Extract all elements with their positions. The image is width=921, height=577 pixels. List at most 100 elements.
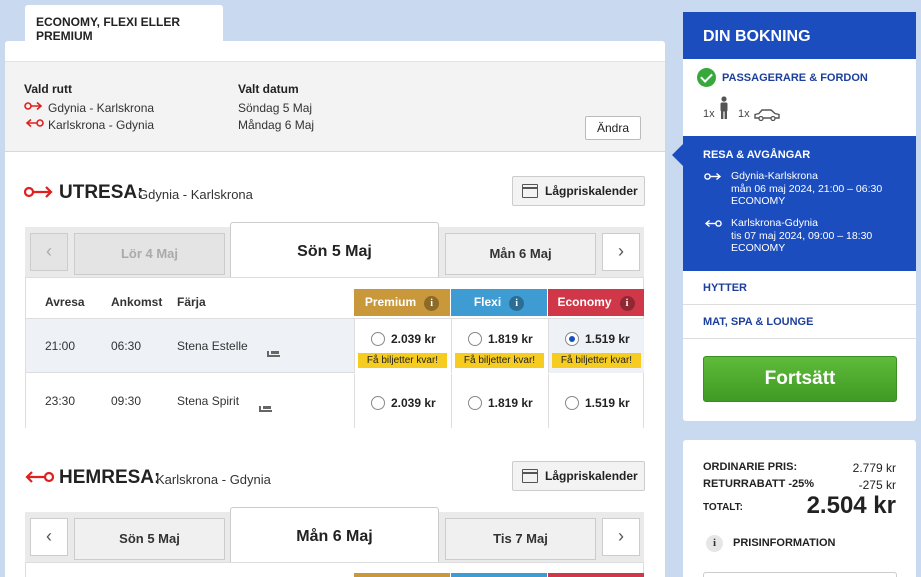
prisinformation-link[interactable]: PRISINFORMATION	[733, 537, 835, 549]
fare-header-flexi[interactable]: Flexi i	[451, 289, 547, 316]
info-icon[interactable]: i	[509, 296, 525, 311]
hemresa-active-date[interactable]: Mån 6 Maj	[230, 507, 439, 563]
fare-premium-label: Premium	[364, 295, 417, 309]
out-leg-time: mån 06 maj 2024, 21:00 – 06:30	[731, 182, 883, 195]
calendar-button-label: Lågpriskalender	[545, 469, 638, 483]
row-farja: Stena Spirit	[177, 394, 240, 408]
rabatt-value: -275 kr	[858, 478, 896, 492]
info-icon[interactable]: i	[424, 296, 440, 311]
out-route-text: Gdynia - Karlskrona	[48, 101, 155, 115]
car-count: 1x	[738, 108, 750, 120]
economy-cell[interactable]: 1.519 kr	[548, 374, 644, 428]
hemresa-arrow-icon	[25, 471, 54, 483]
premium-radio[interactable]	[371, 331, 385, 346]
utresa-route: Gdynia - Karlskrona	[138, 187, 253, 202]
fare-header-economy[interactable]: Economy i	[548, 289, 644, 316]
economy-radio[interactable]	[565, 395, 579, 410]
valt-datum-label: Valt datum	[238, 82, 299, 96]
sidebar-title: DIN BOKNING	[683, 12, 916, 59]
flexi-cell[interactable]: 1.819 kr Få biljetter kvar!	[451, 319, 548, 373]
economy-radio-selected[interactable]	[565, 331, 579, 346]
outbound-arrow-icon	[24, 101, 43, 111]
divider	[683, 304, 916, 305]
ordinarie-value: 2.779 kr	[852, 461, 896, 475]
resa-label: RESA & AVGÅNGAR	[703, 149, 811, 161]
ret-route-text: Karlskrona - Gdynia	[48, 118, 155, 132]
utresa-next-date[interactable]: Mån 6 Maj	[445, 233, 596, 275]
utresa-calendar-button[interactable]: Lågpriskalender	[512, 176, 645, 206]
table-row: 21:00 06:30 Stena Estelle 2.039 kr Få bi…	[26, 318, 644, 373]
hemresa-next-arrow[interactable]: ›	[602, 518, 640, 556]
ret-leg-route: Karlskrona-Gdynia	[731, 217, 818, 229]
info-icon[interactable]: i	[706, 535, 723, 552]
premium-cell[interactable]: 2.039 kr Få biljetter kvar!	[354, 319, 451, 373]
utresa-title: UTRESA:	[59, 182, 144, 203]
calendar-button-label: Lågpriskalender	[545, 184, 638, 198]
row-farja: Stena Estelle	[177, 339, 248, 353]
out-leg-class: ECONOMY	[731, 195, 786, 207]
cabin-bed-icon	[267, 351, 280, 357]
calendar-icon	[522, 469, 538, 483]
fare-header-flexi	[451, 573, 547, 577]
next-button-partial	[703, 572, 897, 577]
utresa-next-arrow[interactable]: ›	[602, 233, 640, 271]
hemresa-calendar-button[interactable]: Lågpriskalender	[512, 461, 645, 491]
resa-section[interactable]: RESA & AVGÅNGAR Gdynia-Karlskrona mån 06…	[672, 136, 916, 271]
total-value: 2.504 kr	[806, 492, 896, 519]
cabin-bed-icon	[259, 406, 272, 412]
vald-rutt-label: Vald rutt	[24, 82, 73, 96]
divider	[683, 338, 916, 339]
flexi-price: 1.819 kr	[488, 331, 533, 346]
hemresa-next-date[interactable]: Tis 7 Maj	[445, 518, 596, 560]
few-tickets-badge: Få biljetter kvar!	[455, 353, 544, 368]
row-avresa: 21:00	[45, 339, 76, 353]
row-avresa: 23:30	[45, 394, 76, 408]
hemresa-table	[25, 562, 644, 577]
premium-price: 2.039 kr	[391, 395, 436, 410]
table-row: 23:30 09:30 Stena Spirit 2.039 kr 1.819 …	[26, 374, 643, 428]
calendar-icon	[522, 184, 538, 198]
person-count: 1x	[703, 108, 715, 120]
hemresa-prev-date[interactable]: Sön 5 Maj	[74, 518, 225, 560]
return-arrow-icon	[25, 118, 44, 128]
out-date-text: Söndag 5 Maj	[238, 101, 313, 115]
passengers-link[interactable]: PASSAGERARE & FORDON	[722, 72, 868, 84]
fare-tab[interactable]: ECONOMY, FLEXI ELLER PREMIUM	[25, 5, 223, 43]
flexi-radio[interactable]	[468, 395, 482, 410]
hemresa-prev-arrow[interactable]: ‹	[30, 518, 68, 556]
continue-button[interactable]: Fortsätt	[703, 356, 897, 402]
row-ankomst: 06:30	[111, 339, 142, 353]
ret-leg-time: tis 07 maj 2024, 09:00 – 18:30	[731, 229, 873, 242]
price-summary: ORDINARIE PRIS: 2.779 kr RETURRABATT -25…	[683, 440, 916, 577]
fare-flexi-label: Flexi	[473, 295, 502, 309]
utresa-prev-date[interactable]: Lör 4 Maj	[74, 233, 225, 275]
change-button[interactable]: Ändra	[585, 116, 641, 140]
hemresa-title: HEMRESA:	[59, 467, 161, 488]
flexi-radio[interactable]	[468, 331, 482, 346]
economy-cell[interactable]: 1.519 kr Få biljetter kvar!	[548, 319, 644, 373]
premium-cell[interactable]: 2.039 kr	[354, 374, 451, 428]
ret-date-text: Måndag 6 Maj	[238, 118, 315, 132]
info-icon[interactable]: i	[619, 296, 635, 311]
few-tickets-badge: Få biljetter kvar!	[358, 353, 447, 368]
flexi-cell[interactable]: 1.819 kr	[451, 374, 548, 428]
ret-leg: Karlskrona-Gdynia tis 07 maj 2024, 09:00…	[731, 217, 872, 255]
few-tickets-badge: Få biljetter kvar!	[552, 353, 641, 368]
return-arrow-icon	[704, 219, 722, 228]
col-ankomst: Ankomst	[111, 295, 163, 309]
utresa-prev-arrow[interactable]: ‹	[30, 233, 68, 271]
hemresa-route: Karlskrona - Gdynia	[156, 472, 271, 487]
mat-spa-lounge-link[interactable]: MAT, SPA & LOUNGE	[703, 316, 813, 328]
selected-route-box: Vald rutt Gdynia - Karlskrona Karlskrona…	[5, 61, 665, 152]
fare-header-premium	[354, 573, 450, 577]
car-icon	[754, 109, 780, 121]
fare-header-premium[interactable]: Premium i	[354, 289, 450, 316]
ordinarie-label: ORDINARIE PRIS:	[703, 461, 798, 473]
utresa-active-date[interactable]: Sön 5 Maj	[230, 222, 439, 278]
fare-economy-label: Economy	[557, 295, 612, 309]
flexi-price: 1.819 kr	[488, 395, 533, 410]
premium-price: 2.039 kr	[391, 331, 436, 346]
hytter-link[interactable]: HYTTER	[703, 282, 747, 294]
main-panel: Vald rutt Gdynia - Karlskrona Karlskrona…	[5, 41, 665, 577]
premium-radio[interactable]	[371, 395, 385, 410]
